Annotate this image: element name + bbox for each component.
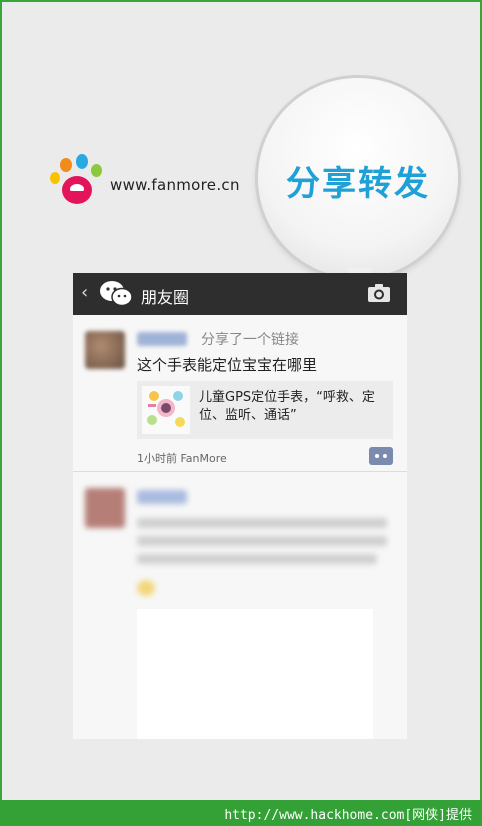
site-url: www.fanmore.cn bbox=[110, 176, 240, 194]
bubble-title: 分享转发 bbox=[286, 164, 430, 204]
nickname-blurred[interactable] bbox=[137, 332, 187, 346]
fanmore-logo-icon bbox=[48, 154, 108, 206]
blurred-text-line bbox=[137, 518, 387, 528]
shared-label: 分享了一个链接 bbox=[201, 332, 299, 348]
avatar[interactable] bbox=[85, 331, 125, 369]
link-card[interactable]: 儿童GPS定位手表，“呼救、定位、监听、通话” bbox=[137, 381, 393, 439]
blurred-image[interactable] bbox=[137, 609, 373, 739]
footer-bar: http://www.hackhome.com[网侠]提供 bbox=[0, 800, 482, 826]
blurred-text-line bbox=[137, 536, 387, 546]
moments-screen: ‹ 朋友圈 分享了一个链接 这个手表能定位宝宝在哪里 儿童GPS定位手表，“呼救… bbox=[73, 273, 407, 739]
moment-post: 分享了一个链接 这个手表能定位宝宝在哪里 儿童GPS定位手表，“呼救、定位、监听… bbox=[73, 315, 407, 472]
nickname-blurred[interactable] bbox=[137, 490, 187, 504]
chevron-left-icon[interactable]: ‹ bbox=[81, 282, 88, 303]
blurred-post bbox=[73, 472, 407, 739]
camera-icon[interactable] bbox=[367, 283, 391, 303]
footer-credit: http://www.hackhome.com[网侠]提供 bbox=[224, 808, 472, 823]
comment-icon[interactable] bbox=[369, 447, 393, 465]
blurred-text-line bbox=[137, 554, 377, 564]
post-text: 这个手表能定位宝宝在哪里 bbox=[137, 356, 318, 374]
avatar[interactable] bbox=[85, 488, 125, 528]
watch-thumbnail-icon bbox=[142, 386, 190, 434]
emoji-icon bbox=[137, 580, 155, 596]
post-time-source: 1小时前 FanMore bbox=[137, 452, 227, 465]
topbar: ‹ 朋友圈 bbox=[73, 273, 407, 315]
wechat-icon bbox=[100, 281, 133, 307]
page-title: 朋友圈 bbox=[141, 288, 190, 307]
link-title: 儿童GPS定位手表，“呼救、定位、监听、通话” bbox=[199, 390, 375, 423]
